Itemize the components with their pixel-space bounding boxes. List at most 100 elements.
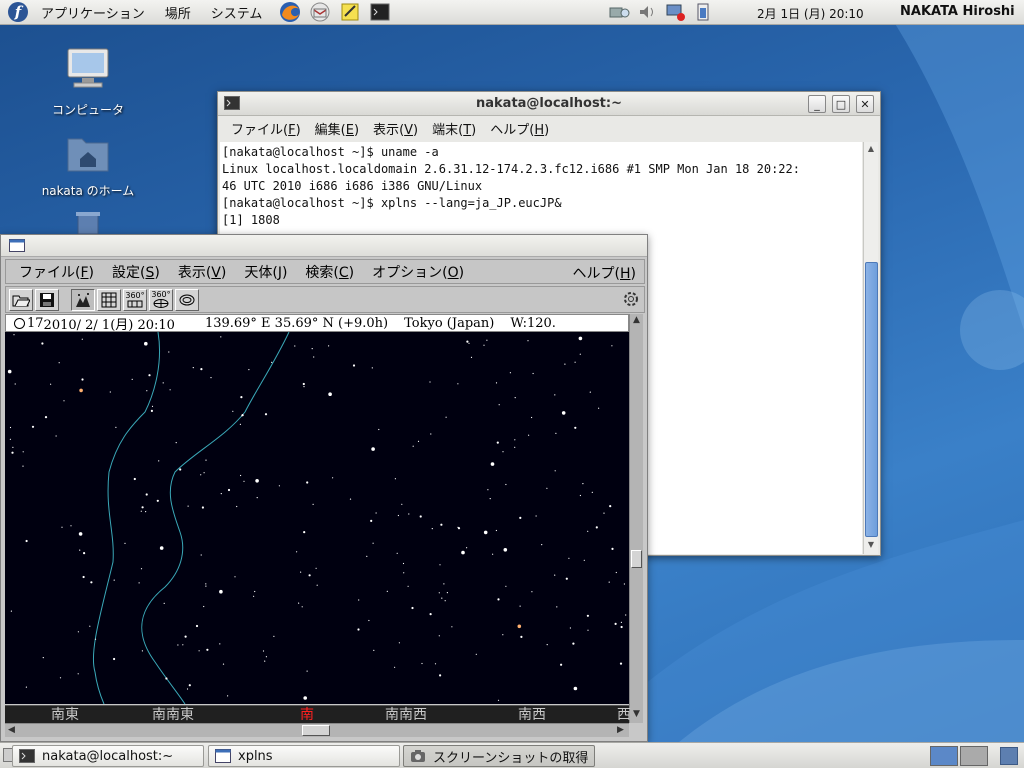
menu-objects[interactable]: 天体(J) — [235, 262, 296, 282]
desktop-icon-computer[interactable]: コンピュータ — [33, 46, 143, 118]
star — [124, 542, 126, 544]
360-icon[interactable]: 360° — [123, 288, 147, 311]
battery-icon[interactable] — [692, 2, 714, 22]
scrollbar-thumb[interactable] — [631, 550, 642, 568]
menu-settings[interactable]: 設定(S) — [103, 262, 169, 282]
terminal-icon[interactable] — [369, 1, 391, 23]
star — [303, 696, 308, 700]
star — [145, 493, 148, 496]
star — [328, 392, 332, 396]
star — [81, 338, 83, 340]
star-chart[interactable] — [5, 332, 629, 704]
direction-label: 南西 — [518, 707, 546, 723]
open-icon[interactable] — [9, 288, 33, 311]
terminal-scrollbar[interactable]: ▲ ▼ — [863, 142, 878, 554]
star — [141, 650, 143, 652]
scrollbar-thumb[interactable] — [302, 725, 330, 736]
star — [58, 362, 60, 364]
star — [83, 552, 86, 555]
star — [146, 390, 148, 392]
menu-view[interactable]: 表示(V) — [169, 262, 236, 282]
360-globe-icon[interactable]: 360° — [149, 288, 173, 311]
volume-icon[interactable] — [636, 2, 658, 22]
star — [25, 539, 28, 543]
gear-icon[interactable] — [622, 290, 640, 308]
terminal-titlebar[interactable]: nakata@localhost:~ _ □ ✕ — [218, 92, 880, 116]
scrollbar-thumb[interactable] — [865, 262, 878, 537]
menu-help[interactable]: ヘルプ(H) — [483, 119, 556, 138]
star — [490, 462, 495, 466]
close-button[interactable]: ✕ — [856, 95, 874, 113]
menu-help[interactable]: ヘルプ(H) — [573, 263, 636, 283]
star — [419, 515, 422, 518]
menu-system[interactable]: システム — [204, 3, 270, 22]
menu-file[interactable]: ファイル(F) — [10, 262, 103, 282]
star — [219, 643, 221, 645]
workspace-2[interactable] — [960, 746, 988, 766]
menu-options[interactable]: オプション(O) — [363, 262, 473, 282]
star — [412, 445, 414, 447]
star — [586, 614, 590, 617]
xplns-titlebar[interactable] — [1, 235, 647, 257]
mail-icon[interactable] — [309, 1, 331, 23]
star — [349, 498, 352, 500]
taskbar-item-xplns[interactable]: xplns — [208, 745, 400, 767]
fedora-logo-icon[interactable]: f — [8, 2, 28, 22]
star — [313, 356, 315, 358]
user-switcher[interactable]: NAKATA Hiroshi — [900, 4, 1015, 19]
taskbar-item-terminal[interactable]: nakata@localhost:~ — [12, 745, 204, 767]
star — [14, 383, 16, 385]
star — [554, 470, 556, 472]
star — [431, 528, 433, 530]
scroll-up-arrow[interactable]: ▲ — [864, 142, 878, 156]
star — [517, 624, 522, 629]
menu-file[interactable]: ファイル(F) — [224, 119, 308, 138]
star — [22, 465, 24, 467]
star — [451, 626, 453, 628]
star — [131, 378, 133, 380]
network-disconnected-icon[interactable] — [664, 2, 686, 22]
star — [148, 374, 151, 377]
star — [609, 505, 612, 508]
panel-clock[interactable]: 2月 1日 (月) 20:10 — [757, 5, 864, 22]
network-icon[interactable] — [608, 2, 630, 22]
minimize-button[interactable]: _ — [808, 95, 826, 113]
star — [240, 396, 243, 399]
scroll-down-arrow[interactable]: ▼ — [631, 709, 642, 720]
star — [466, 547, 468, 549]
star — [587, 629, 589, 631]
menu-view[interactable]: 表示(V) — [366, 119, 425, 138]
notes-icon[interactable] — [339, 1, 361, 23]
menu-places[interactable]: 場所 — [158, 3, 198, 22]
trash-applet-icon[interactable] — [1000, 747, 1018, 765]
scroll-right-arrow[interactable]: ▶ — [615, 725, 626, 736]
menu-applications[interactable]: アプリケーション — [34, 3, 152, 22]
save-icon[interactable] — [35, 288, 59, 311]
mode-icon[interactable] — [71, 288, 95, 311]
star — [564, 363, 566, 365]
workspace-1[interactable] — [930, 746, 958, 766]
chart-vertical-scrollbar[interactable]: ▲ ▼ — [629, 314, 643, 723]
star — [77, 673, 79, 675]
star — [608, 581, 610, 583]
scroll-down-arrow[interactable]: ▼ — [864, 538, 878, 552]
firefox-icon[interactable] — [279, 1, 301, 23]
maximize-button[interactable]: □ — [832, 95, 850, 113]
scroll-up-arrow[interactable]: ▲ — [631, 315, 642, 326]
star — [497, 699, 500, 701]
taskbar-item-screenshot[interactable]: スクリーンショットの取得 — [403, 745, 595, 767]
star — [417, 440, 420, 442]
menu-search[interactable]: 検索(C) — [296, 262, 363, 282]
zoom-icon[interactable] — [175, 288, 199, 311]
star — [156, 499, 159, 502]
menu-edit[interactable]: 編集(E) — [308, 119, 366, 138]
scroll-left-arrow[interactable]: ◀ — [6, 725, 17, 736]
star — [298, 602, 300, 604]
star — [531, 591, 533, 593]
desktop-icon-home[interactable]: nakata のホーム — [33, 131, 143, 199]
menu-terminal[interactable]: 端末(T) — [425, 119, 483, 138]
star — [366, 555, 368, 557]
grid-icon[interactable] — [97, 288, 121, 311]
star — [115, 426, 117, 428]
chart-horizontal-scrollbar[interactable]: ◀ ▶ — [5, 723, 629, 737]
